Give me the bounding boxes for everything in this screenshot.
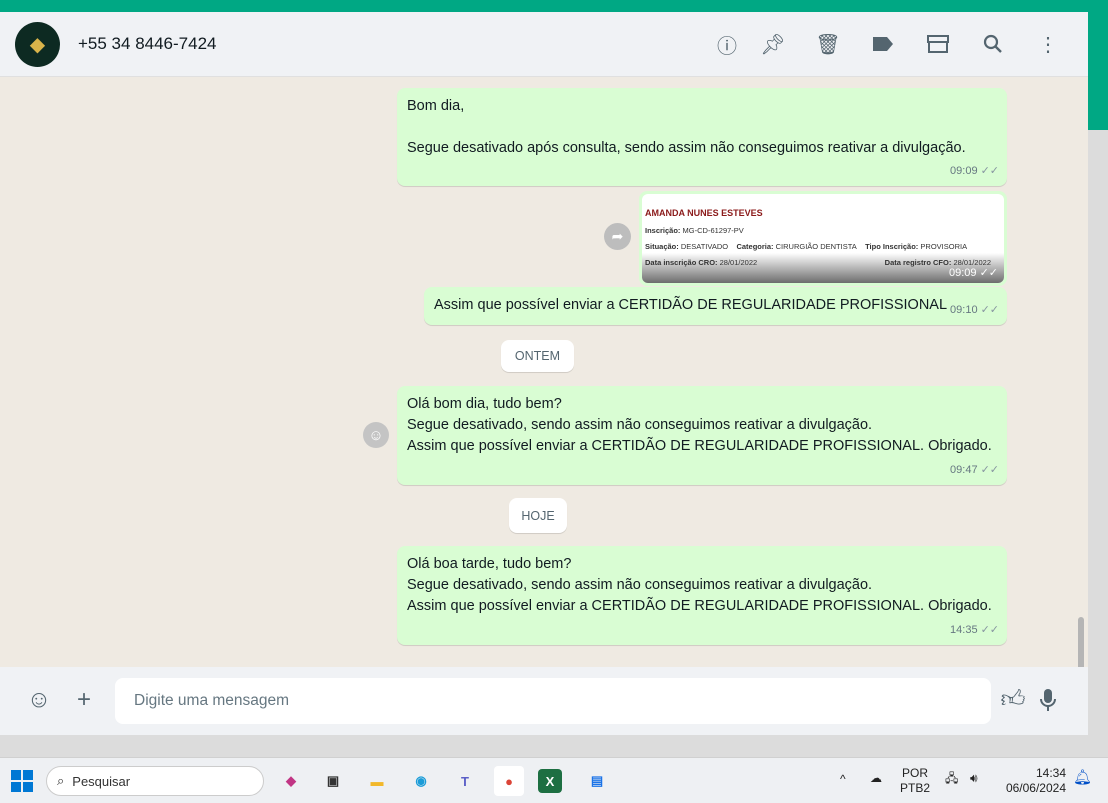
image-name: AMANDA NUNES ESTEVES: [645, 208, 763, 218]
store-icon[interactable]: [924, 30, 952, 58]
attach-plus-icon[interactable]: +: [69, 685, 99, 715]
label-icon[interactable]: [869, 30, 897, 58]
copilot-icon[interactable]: ◆: [276, 766, 306, 796]
excel-icon[interactable]: X: [538, 769, 562, 793]
emoji-reaction-icon[interactable]: ☺: [363, 422, 389, 448]
message-text: Segue desativado após consulta, sendo as…: [407, 140, 966, 156]
windows-start-icon[interactable]: [7, 766, 37, 796]
avatar[interactable]: ◆: [15, 22, 60, 67]
double-check-icon: ✓✓: [980, 165, 999, 177]
chat-header: ◆ +55 34 8446-7424 ⓘ 📌︎ 🗑︎ ⋮: [0, 12, 1088, 77]
value: CIRURGIÃO DENTISTA: [775, 242, 857, 251]
message-text: Assim que possível enviar a CERTIDÃO DE …: [407, 598, 992, 614]
message-text: Olá boa tarde, tudo bem?: [407, 556, 572, 572]
label: Data registro CFO:: [884, 258, 952, 267]
message-time: 09:10: [950, 304, 978, 316]
delete-icon[interactable]: 🗑︎: [814, 30, 842, 58]
message-text: Segue desativado, sendo assim não conseg…: [407, 417, 873, 433]
pin-icon[interactable]: 📌︎: [759, 30, 787, 58]
value: 28/01/2022: [719, 258, 758, 267]
notepad-icon[interactable]: ▤: [582, 766, 612, 796]
date: 06/06/2024: [1005, 781, 1066, 795]
value: 28/01/2022: [953, 258, 991, 267]
teams-icon[interactable]: T: [450, 766, 480, 796]
time: 14:34: [1035, 766, 1066, 780]
message-text: Olá bom dia, tudo bem?: [407, 396, 562, 412]
search-label: Pesquisar: [72, 773, 131, 789]
double-check-icon: ✓✓: [980, 464, 999, 476]
label: Situação:: [645, 242, 679, 251]
network-icon[interactable]: 🖧: [945, 771, 958, 786]
search-icon[interactable]: [979, 30, 1007, 58]
value: PROVISORIA: [920, 242, 968, 251]
label: Tipo Inscrição:: [865, 242, 919, 251]
window-top-bar: [0, 0, 1108, 12]
value: MG-CD-61297-PV: [682, 226, 744, 235]
desktop-gap: [0, 735, 1108, 757]
volume-icon[interactable]: 🔊︎: [970, 771, 978, 786]
message-text: Assim que possível enviar a CERTIDÃO DE …: [434, 297, 948, 313]
window-edge: [1088, 12, 1108, 130]
message-input[interactable]: Digite uma mensagem: [115, 678, 991, 724]
language-indicator[interactable]: POR PTB2: [900, 766, 930, 796]
composer: ☺ + Digite uma mensagem 👍︎: [0, 667, 1088, 735]
message-bubble[interactable]: Bom dia, Segue desativado após consulta,…: [397, 88, 1007, 186]
thumbs-up-icon[interactable]: 👍︎: [998, 685, 1028, 715]
message-time: 09:09: [948, 267, 977, 279]
file-explorer-icon[interactable]: ▬: [362, 766, 392, 796]
emoji-icon[interactable]: ☺: [24, 685, 54, 715]
clock[interactable]: 14:34 06/06/2024: [1000, 766, 1066, 796]
onedrive-offline-icon[interactable]: ☁: [870, 771, 882, 786]
image-message[interactable]: AMANDA NUNES ESTEVES Inscrição: MG-CD-61…: [639, 191, 1007, 286]
date-divider: HOJE: [509, 498, 567, 533]
message-text: Segue desativado, sendo assim não conseg…: [407, 577, 873, 593]
notification-bell-icon[interactable]: 🔔︎: [1073, 770, 1092, 785]
label: Data inscrição CRO:: [645, 258, 718, 267]
double-check-icon: ✓✓: [979, 267, 998, 279]
lang-line: POR: [902, 766, 929, 780]
value: DESATIVADO: [680, 242, 729, 251]
chrome-icon[interactable]: ●: [494, 766, 524, 796]
message-time: 09:47: [950, 464, 978, 476]
double-check-icon: ✓✓: [980, 624, 999, 636]
message-bubble[interactable]: Olá boa tarde, tudo bem? Segue desativad…: [397, 546, 1007, 645]
search-icon: ⌕: [57, 773, 65, 788]
menu-icon[interactable]: ⋮: [1034, 30, 1062, 58]
taskbar: ⌕ Pesquisar ◆ ▣ ▬ ◉ T ● X ▤ ^ ☁ POR PTB2 🖧…: [0, 757, 1108, 803]
date-divider: ONTEM: [501, 340, 574, 372]
lang-line: PTB2: [900, 781, 931, 795]
info-icon[interactable]: ⓘ: [713, 30, 741, 58]
message-text: Bom dia,: [407, 98, 465, 114]
message-time: 14:35: [950, 624, 978, 636]
double-check-icon: ✓✓: [980, 304, 999, 316]
message-text: Assim que possível enviar a CERTIDÃO DE …: [407, 438, 992, 454]
message-time: 09:09: [950, 165, 978, 177]
show-hidden-icons[interactable]: ^: [840, 772, 846, 787]
label: Inscrição:: [645, 226, 681, 235]
forward-icon[interactable]: ➦: [604, 223, 631, 250]
contact-name[interactable]: +55 34 8446-7424: [78, 34, 217, 54]
taskbar-search[interactable]: ⌕ Pesquisar: [46, 766, 264, 796]
edge-icon[interactable]: ◉: [406, 766, 436, 796]
message-bubble[interactable]: Assim que possível enviar a CERTIDÃO DE …: [424, 287, 1007, 325]
microphone-icon[interactable]: [1033, 685, 1063, 715]
message-bubble[interactable]: Olá bom dia, tudo bem? Segue desativado,…: [397, 386, 1007, 485]
label: Categoria:: [736, 242, 774, 251]
task-view-icon[interactable]: ▣: [318, 766, 348, 796]
